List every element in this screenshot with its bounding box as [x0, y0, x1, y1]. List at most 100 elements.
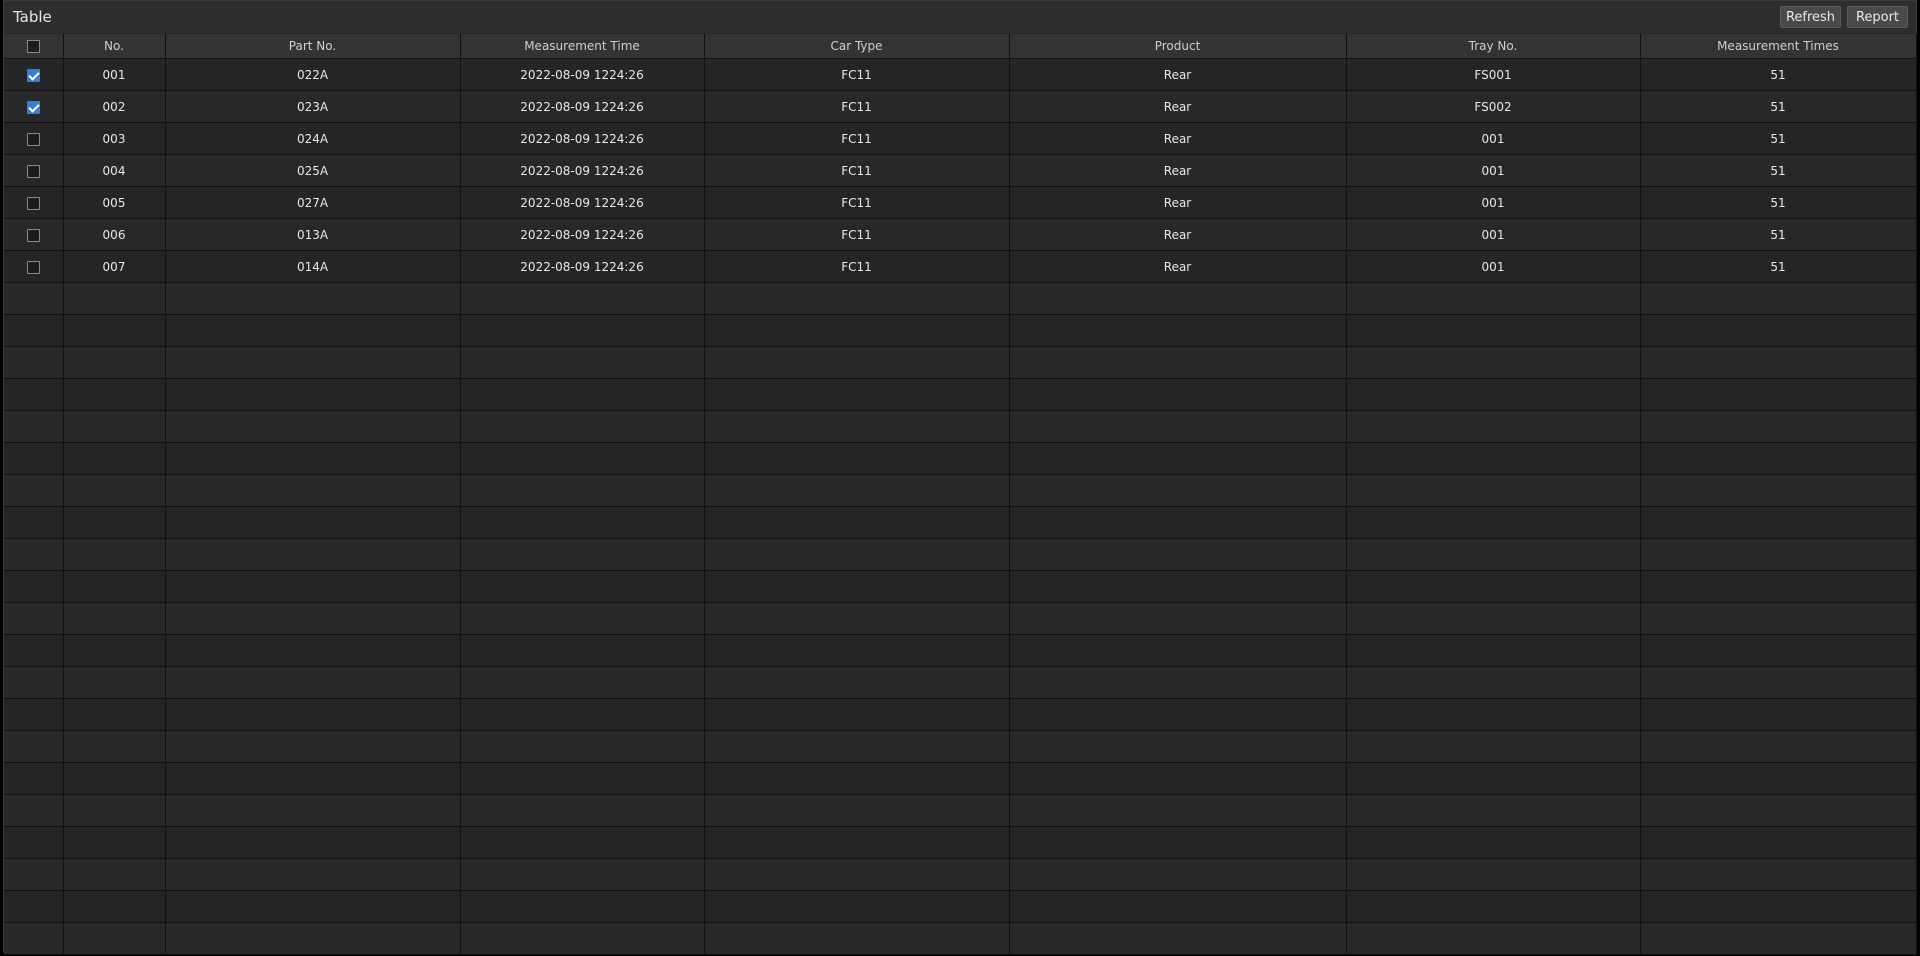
empty-table-row[interactable]: [4, 570, 1917, 603]
table-row[interactable]: 001 022A 2022-08-09 1224:26 FC11 Rear FS001 51: [4, 58, 1917, 91]
row-checkbox[interactable]: [26, 196, 40, 210]
cell-measurement-times: [1640, 698, 1917, 731]
cell-product: [1009, 634, 1347, 667]
report-button[interactable]: Report: [1847, 6, 1908, 28]
cell-select: [4, 538, 64, 571]
header-select-all[interactable]: [4, 34, 64, 59]
cell-measurement-time: 2022-08-09 1224:26: [460, 154, 705, 187]
cell-car-type: [704, 314, 1010, 347]
row-checkbox[interactable]: [26, 228, 40, 242]
empty-table-row[interactable]: [4, 346, 1917, 379]
cell-tray-no: 001: [1346, 122, 1641, 155]
cell-no: [63, 314, 166, 347]
cell-select[interactable]: [4, 186, 64, 219]
cell-select[interactable]: [4, 154, 64, 187]
cell-car-type: FC11: [704, 186, 1010, 219]
header-car-type[interactable]: Car Type: [704, 34, 1010, 59]
empty-table-row[interactable]: [4, 890, 1917, 923]
cell-measurement-times: [1640, 922, 1917, 955]
cell-measurement-time: 2022-08-09 1224:26: [460, 218, 705, 251]
cell-product: [1009, 474, 1347, 507]
header-measurement-time[interactable]: Measurement Time: [460, 34, 705, 59]
refresh-button[interactable]: Refresh: [1780, 6, 1841, 28]
empty-table-row[interactable]: [4, 314, 1917, 347]
header-tray-no[interactable]: Tray No.: [1346, 34, 1641, 59]
cell-tray-no: [1346, 698, 1641, 731]
cell-car-type: FC11: [704, 122, 1010, 155]
empty-table-row[interactable]: [4, 538, 1917, 571]
table-row[interactable]: 007 014A 2022-08-09 1224:26 FC11 Rear 001 51: [4, 250, 1917, 283]
table-row[interactable]: 006 013A 2022-08-09 1224:26 FC11 Rear 001 51: [4, 218, 1917, 251]
cell-measurement-times: 51: [1640, 122, 1917, 155]
cell-measurement-time: [460, 730, 705, 763]
empty-table-row[interactable]: [4, 730, 1917, 763]
empty-table-row[interactable]: [4, 762, 1917, 795]
cell-product: [1009, 826, 1347, 859]
cell-select: [4, 410, 64, 443]
cell-measurement-times: 51: [1640, 58, 1917, 91]
table-row[interactable]: 004 025A 2022-08-09 1224:26 FC11 Rear 001 51: [4, 154, 1917, 187]
empty-table-row[interactable]: [4, 794, 1917, 827]
cell-select: [4, 602, 64, 635]
cell-measurement-time: [460, 922, 705, 955]
empty-table-row[interactable]: [4, 634, 1917, 667]
cell-product: [1009, 666, 1347, 699]
cell-measurement-times: [1640, 858, 1917, 891]
header-part-no[interactable]: Part No.: [165, 34, 461, 59]
cell-measurement-times: [1640, 314, 1917, 347]
cell-product: Rear: [1009, 154, 1347, 187]
cell-no: [63, 378, 166, 411]
cell-tray-no: [1346, 282, 1641, 315]
cell-measurement-times: 51: [1640, 218, 1917, 251]
cell-measurement-time: 2022-08-09 1224:26: [460, 186, 705, 219]
row-checkbox[interactable]: [26, 260, 40, 274]
table-header-row: No. Part No. Measurement Time Car Type P…: [4, 34, 1917, 59]
cell-car-type: [704, 794, 1010, 827]
empty-table-row[interactable]: [4, 474, 1917, 507]
cell-no: [63, 570, 166, 603]
empty-table-row[interactable]: [4, 922, 1917, 955]
cell-select: [4, 634, 64, 667]
table-row[interactable]: 002 023A 2022-08-09 1224:26 FC11 Rear FS002 51: [4, 90, 1917, 123]
header-measurement-times[interactable]: Measurement Times: [1640, 34, 1917, 59]
empty-table-row[interactable]: [4, 378, 1917, 411]
cell-select[interactable]: [4, 90, 64, 123]
row-checkbox[interactable]: [26, 100, 40, 114]
cell-measurement-times: [1640, 826, 1917, 859]
row-checkbox[interactable]: [26, 68, 40, 82]
cell-select[interactable]: [4, 58, 64, 91]
cell-tray-no: [1346, 570, 1641, 603]
empty-table-row[interactable]: [4, 410, 1917, 443]
select-all-checkbox[interactable]: [26, 40, 40, 53]
cell-measurement-times: [1640, 890, 1917, 923]
cell-select[interactable]: [4, 218, 64, 251]
empty-table-row[interactable]: [4, 506, 1917, 539]
cell-select[interactable]: [4, 250, 64, 283]
row-checkbox[interactable]: [26, 164, 40, 178]
cell-measurement-time: [460, 890, 705, 923]
cell-select: [4, 890, 64, 923]
header-product[interactable]: Product: [1009, 34, 1347, 59]
table-row[interactable]: 005 027A 2022-08-09 1224:26 FC11 Rear 001 51: [4, 186, 1917, 219]
empty-table-row[interactable]: [4, 666, 1917, 699]
cell-product: [1009, 378, 1347, 411]
cell-measurement-time: 2022-08-09 1224:26: [460, 90, 705, 123]
empty-table-row[interactable]: [4, 698, 1917, 731]
cell-no: [63, 922, 166, 955]
cell-select[interactable]: [4, 122, 64, 155]
empty-table-row[interactable]: [4, 858, 1917, 891]
cell-car-type: [704, 474, 1010, 507]
empty-table-row[interactable]: [4, 602, 1917, 635]
cell-car-type: [704, 346, 1010, 379]
empty-table-row[interactable]: [4, 282, 1917, 315]
cell-car-type: FC11: [704, 90, 1010, 123]
cell-part-no: [165, 378, 461, 411]
cell-select: [4, 506, 64, 539]
empty-table-row[interactable]: [4, 826, 1917, 859]
cell-tray-no: [1346, 410, 1641, 443]
table-row[interactable]: 003 024A 2022-08-09 1224:26 FC11 Rear 001 51: [4, 122, 1917, 155]
empty-table-row[interactable]: [4, 442, 1917, 475]
cell-product: [1009, 730, 1347, 763]
header-no[interactable]: No.: [63, 34, 166, 59]
row-checkbox[interactable]: [26, 132, 40, 146]
